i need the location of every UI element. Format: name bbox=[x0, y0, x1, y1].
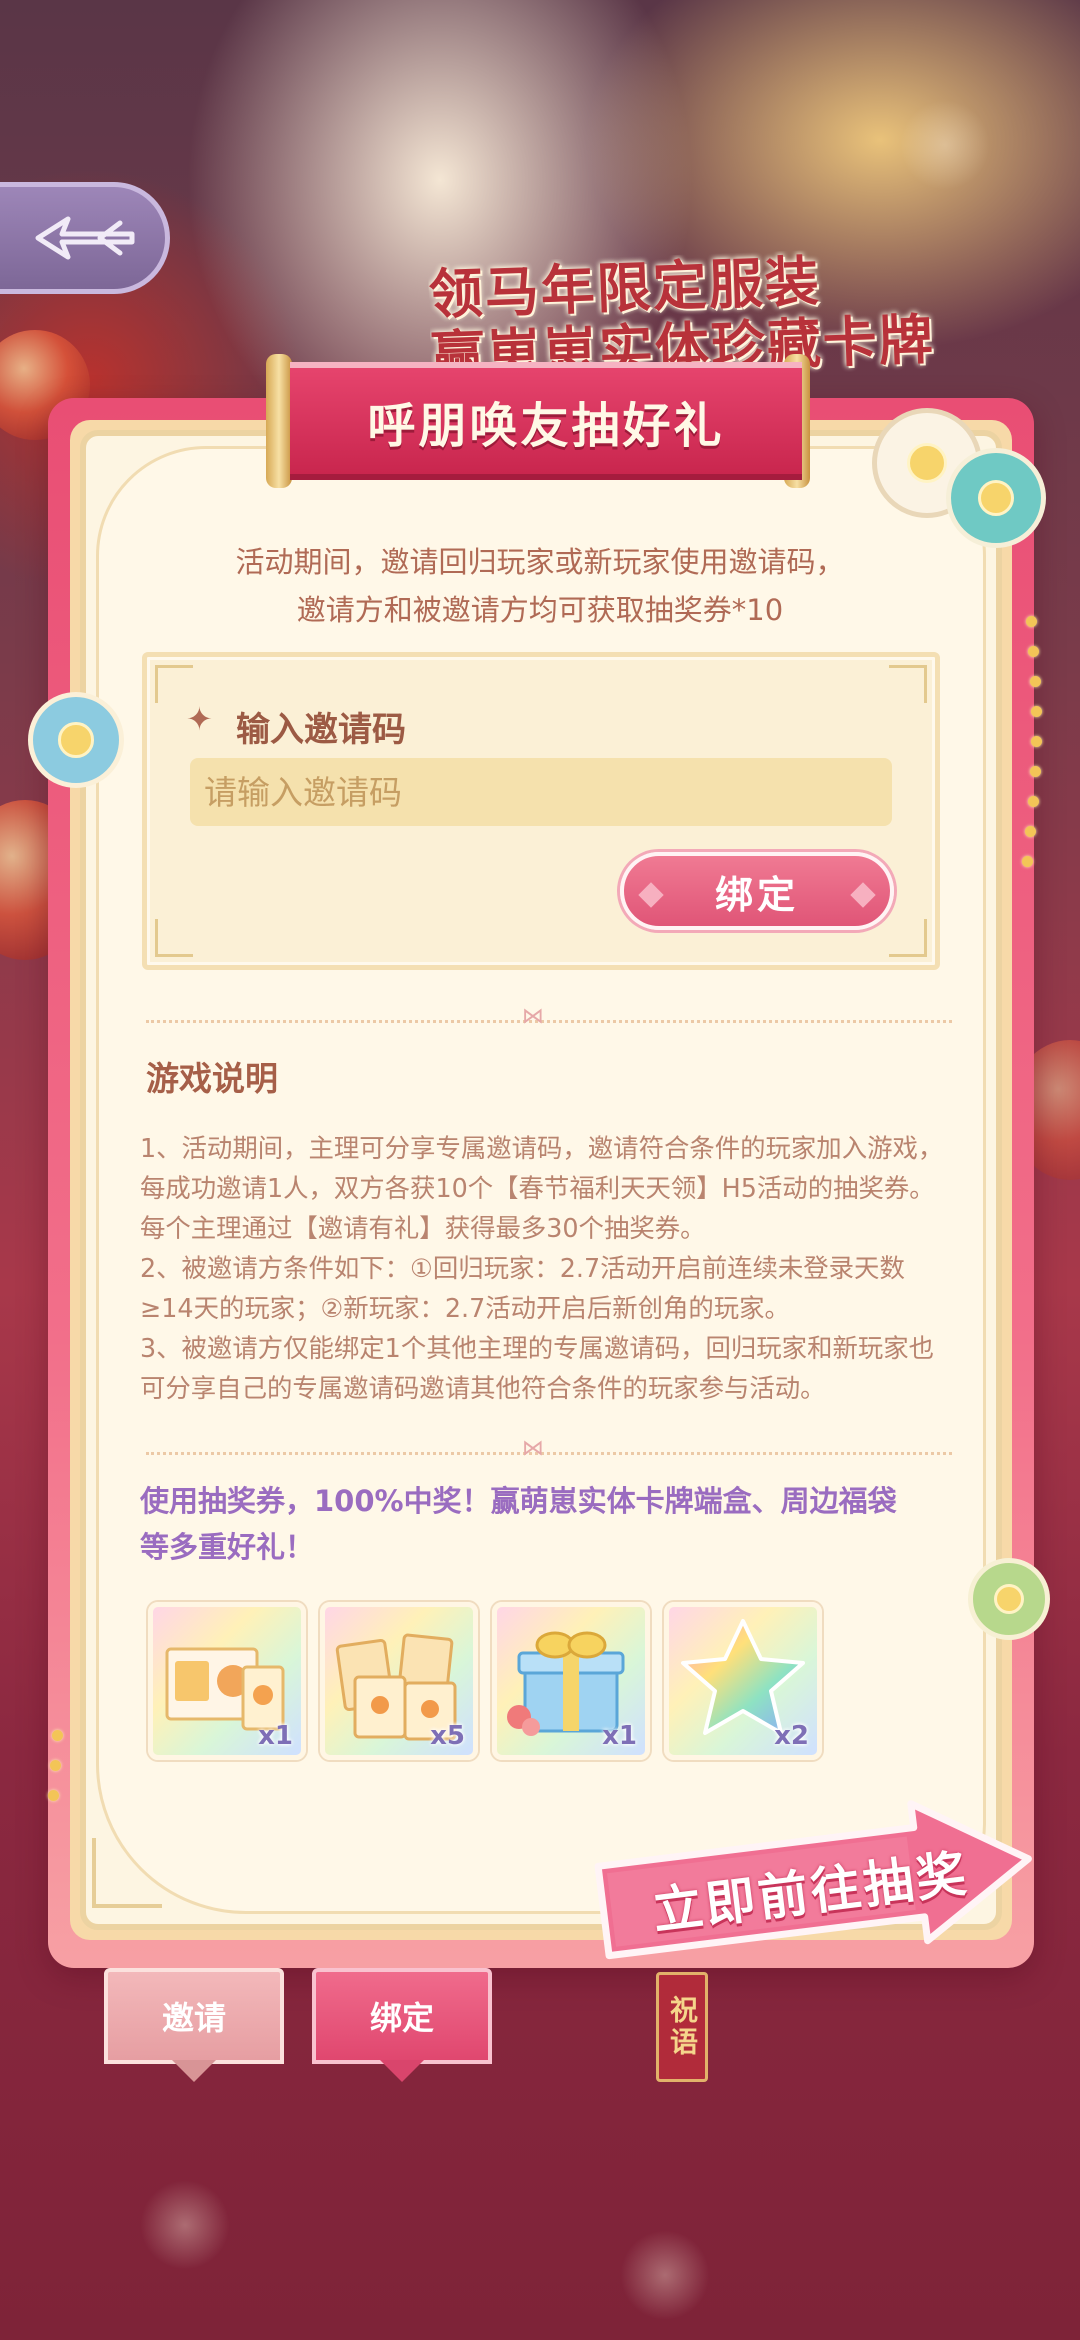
bead-decoration bbox=[52, 1730, 63, 1741]
bind-button[interactable]: 绑定 bbox=[620, 852, 894, 930]
bead-decoration bbox=[1031, 736, 1042, 747]
prize-item[interactable]: x2 bbox=[664, 1602, 822, 1760]
diamond-icon bbox=[638, 882, 664, 908]
tab-invite-label: 邀请 bbox=[161, 1999, 226, 2037]
bead-decoration bbox=[1025, 826, 1036, 837]
bead-decoration bbox=[1026, 616, 1037, 627]
flower-icon bbox=[968, 1558, 1050, 1640]
corner-ornament bbox=[155, 665, 193, 703]
tab-tail bbox=[172, 2060, 216, 2082]
tab-tail bbox=[380, 2060, 424, 2082]
back-arrow-icon bbox=[35, 216, 135, 260]
bow-icon: ⋈ bbox=[522, 1004, 544, 1029]
event-intro: 活动期间，邀请回归玩家或新玩家使用邀请码， 邀请方和被邀请方均可获取抽奖券*10 bbox=[140, 538, 940, 634]
bead-decoration bbox=[1030, 766, 1041, 777]
corner-ornament bbox=[155, 919, 193, 957]
prize-description: 使用抽奖券，100%中奖！赢萌崽实体卡牌端盒、周边福袋 等多重好礼！ bbox=[140, 1478, 960, 1570]
sparkle-decoration bbox=[900, 100, 990, 190]
prize-quantity: x2 bbox=[774, 1721, 809, 1751]
divider bbox=[146, 1020, 952, 1024]
prize-line-2: 等多重好礼！ bbox=[140, 1530, 315, 1564]
divider bbox=[146, 1452, 952, 1456]
flower-icon bbox=[28, 692, 124, 788]
sparkle-decoration bbox=[620, 2230, 710, 2320]
sparkle-icon: ✦ bbox=[186, 700, 213, 738]
diamond-icon bbox=[850, 882, 876, 908]
back-button[interactable] bbox=[0, 182, 170, 294]
prize-quantity: x1 bbox=[258, 1721, 293, 1751]
intro-line-1: 活动期间，邀请回归玩家或新玩家使用邀请码， bbox=[235, 545, 845, 579]
bow-icon: ⋈ bbox=[522, 1436, 544, 1461]
bead-decoration bbox=[50, 1760, 61, 1771]
title-ribbon: 呼朋唤友抽好礼 bbox=[290, 362, 802, 480]
prize-item[interactable]: x5 bbox=[320, 1602, 478, 1760]
bead-decoration bbox=[1022, 856, 1033, 867]
prize-quantity: x1 bbox=[602, 1721, 637, 1751]
rule-item: 1、活动期间，主理可分享专属邀请码，邀请符合条件的玩家加入游戏，每成功邀请1人，… bbox=[140, 1133, 944, 1243]
prize-line-1: 使用抽奖券，100%中奖！赢萌崽实体卡牌端盒、周边福袋 bbox=[140, 1484, 897, 1518]
ribbon-rod-left bbox=[266, 354, 292, 488]
corner-ornament bbox=[889, 919, 927, 957]
corner-ornament bbox=[92, 1838, 162, 1908]
prize-item[interactable]: x1 bbox=[492, 1602, 650, 1760]
rules-title: 游戏说明 bbox=[146, 1059, 278, 1098]
tab-bind-label: 绑定 bbox=[369, 1999, 434, 2037]
bead-decoration bbox=[1031, 706, 1042, 717]
invite-code-label: 输入邀请码 bbox=[236, 710, 406, 750]
intro-line-2: 邀请方和被邀请方均可获取抽奖券*10 bbox=[296, 593, 784, 627]
prize-item[interactable]: x1 bbox=[148, 1602, 306, 1760]
prize-quantity: x5 bbox=[430, 1721, 465, 1751]
bead-decoration bbox=[48, 1790, 59, 1801]
tab-bind[interactable]: 绑定 bbox=[312, 1968, 492, 2064]
corner-ornament bbox=[889, 665, 927, 703]
bead-decoration bbox=[1028, 796, 1039, 807]
tab-blessing[interactable]: 祝语 bbox=[656, 1972, 708, 2082]
bead-decoration bbox=[1030, 676, 1041, 687]
sparkle-decoration bbox=[140, 2180, 230, 2270]
tab-invite[interactable]: 邀请 bbox=[104, 1968, 284, 2064]
rule-item: 3、被邀请方仅能绑定1个其他主理的专属邀请码，回归玩家和新玩家也可分享自己的专属… bbox=[140, 1333, 935, 1403]
bead-decoration bbox=[1028, 646, 1039, 657]
rule-item: 2、被邀请方条件如下：①回归玩家：2.7活动开启前连续未登录天数≥14天的玩家；… bbox=[140, 1253, 905, 1323]
rules-text: 1、活动期间，主理可分享专属邀请码，邀请符合条件的玩家加入游戏，每成功邀请1人，… bbox=[140, 1128, 950, 1408]
invite-code-input[interactable] bbox=[190, 758, 892, 826]
tab-blessing-label: 祝语 bbox=[666, 1995, 699, 2059]
card-title: 呼朋唤友抽好礼 bbox=[367, 398, 725, 454]
flower-icon bbox=[946, 448, 1046, 548]
bind-button-label: 绑定 bbox=[714, 872, 799, 917]
